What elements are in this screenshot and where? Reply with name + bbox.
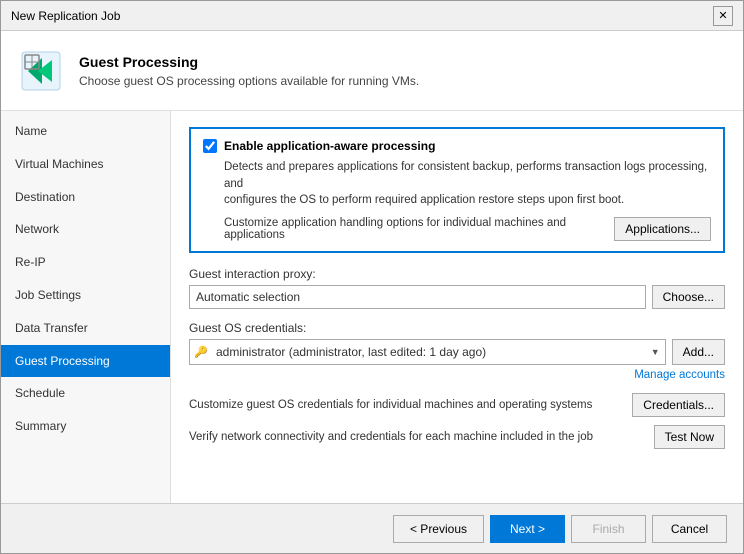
finish-button[interactable]: Finish	[571, 515, 646, 543]
verify-label: Verify network connectivity and credenti…	[189, 431, 654, 443]
enable-app-aware-section: Enable application-aware processing Dete…	[189, 127, 725, 253]
enable-checkbox-row: Enable application-aware processing	[203, 139, 711, 153]
credentials-select-wrapper: 🔑 administrator (administrator, last edi…	[189, 339, 666, 365]
close-button[interactable]: ✕	[713, 6, 733, 26]
header-text: Guest Processing Choose guest OS process…	[79, 54, 419, 88]
sidebar-item-schedule[interactable]: Schedule	[1, 377, 170, 410]
guest-os-credentials-label: Guest OS credentials:	[189, 321, 725, 335]
customize-credentials-row: Customize guest OS credentials for indiv…	[189, 393, 725, 417]
verify-row: Verify network connectivity and credenti…	[189, 425, 725, 449]
sidebar-item-data-transfer[interactable]: Data Transfer	[1, 312, 170, 345]
customize-label: Customize application handling options f…	[224, 217, 614, 241]
manage-accounts-link[interactable]: Manage accounts	[189, 369, 725, 381]
cancel-button[interactable]: Cancel	[652, 515, 727, 543]
title-bar: New Replication Job ✕	[1, 1, 743, 31]
credentials-button[interactable]: Credentials...	[632, 393, 725, 417]
window: New Replication Job ✕ Guest Processing C…	[0, 0, 744, 554]
test-now-button[interactable]: Test Now	[654, 425, 725, 449]
guest-interaction-proxy-input[interactable]	[189, 285, 646, 309]
customize-row: Customize application handling options f…	[224, 217, 711, 241]
guest-os-credentials-group: Guest OS credentials: 🔑 administrator (a…	[189, 321, 725, 381]
applications-button[interactable]: Applications...	[614, 217, 711, 241]
choose-button[interactable]: Choose...	[652, 285, 725, 309]
customize-credentials-label: Customize guest OS credentials for indiv…	[189, 399, 632, 411]
enable-app-checkbox[interactable]	[203, 139, 217, 153]
content-area: Enable application-aware processing Dete…	[171, 111, 743, 503]
footer: < Previous Next > Finish Cancel	[1, 503, 743, 553]
sidebar-item-network[interactable]: Network	[1, 213, 170, 246]
add-button[interactable]: Add...	[672, 339, 725, 365]
sidebar-item-summary[interactable]: Summary	[1, 410, 170, 443]
guest-interaction-proxy-row: Choose...	[189, 285, 725, 309]
next-button[interactable]: Next >	[490, 515, 565, 543]
window-title: New Replication Job	[11, 9, 120, 23]
guest-interaction-proxy-label: Guest interaction proxy:	[189, 267, 725, 281]
guest-interaction-proxy-group: Guest interaction proxy: Choose...	[189, 267, 725, 309]
previous-button[interactable]: < Previous	[393, 515, 484, 543]
header-area: Guest Processing Choose guest OS process…	[1, 31, 743, 111]
sidebar-item-destination[interactable]: Destination	[1, 181, 170, 214]
sidebar-item-name[interactable]: Name	[1, 115, 170, 148]
main-content: Name Virtual Machines Destination Networ…	[1, 111, 743, 503]
header-title: Guest Processing	[79, 54, 419, 70]
sidebar: Name Virtual Machines Destination Networ…	[1, 111, 171, 503]
header-subtitle: Choose guest OS processing options avail…	[79, 74, 419, 88]
sidebar-item-re-ip[interactable]: Re-IP	[1, 246, 170, 279]
credentials-select[interactable]: administrator (administrator, last edite…	[189, 339, 666, 365]
description-line1: Detects and prepares applications for co…	[224, 159, 711, 209]
enable-app-label[interactable]: Enable application-aware processing	[224, 139, 435, 153]
sidebar-item-guest-processing[interactable]: Guest Processing	[1, 345, 170, 378]
sidebar-item-job-settings[interactable]: Job Settings	[1, 279, 170, 312]
header-icon	[17, 47, 65, 95]
guest-os-credentials-row: 🔑 administrator (administrator, last edi…	[189, 339, 725, 365]
sidebar-item-virtual-machines[interactable]: Virtual Machines	[1, 148, 170, 181]
